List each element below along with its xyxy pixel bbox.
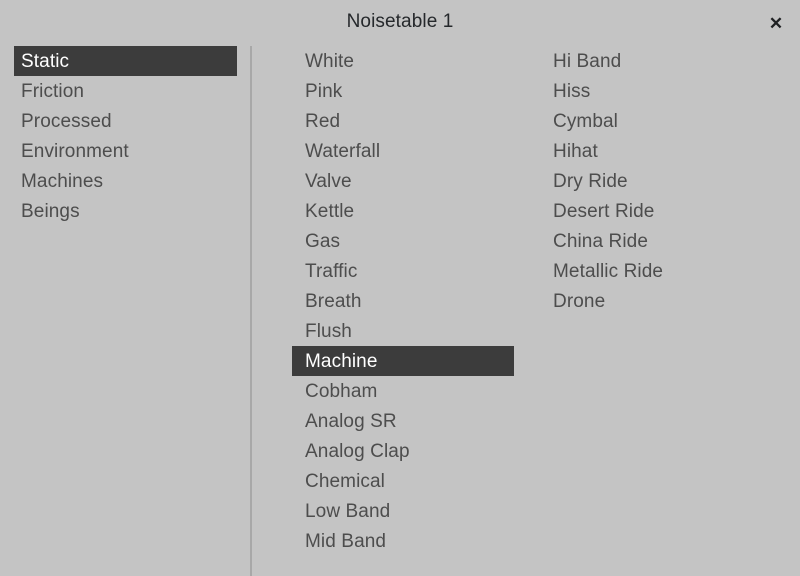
preset-item2-label: Cymbal: [553, 110, 619, 132]
preset-item-label: Breath: [305, 290, 362, 312]
preset-item-label: Flush: [305, 320, 352, 342]
close-icon[interactable]: ✕: [762, 10, 790, 37]
category-item-label: Machines: [21, 170, 104, 192]
preset-item-label: Kettle: [305, 200, 355, 222]
preset-item-label: Cobham: [305, 380, 378, 402]
preset-item-9[interactable]: Flush: [292, 316, 514, 346]
category-item-label: Friction: [21, 80, 85, 102]
preset-item-7[interactable]: Traffic: [292, 256, 514, 286]
preset-item2-label: Metallic Ride: [553, 260, 664, 282]
category-item-1[interactable]: Friction: [14, 76, 237, 106]
preset-item-5[interactable]: Kettle: [292, 196, 514, 226]
preset-list-column-1: White Pink Red Waterfall Valve Kettle Gas Traff…: [280, 46, 530, 556]
preset-item2-label: Desert Ride: [553, 200, 655, 222]
preset-item-4[interactable]: Valve: [292, 166, 514, 196]
preset-item2-label: Hiss: [553, 80, 591, 102]
preset-item2-6[interactable]: China Ride: [540, 226, 780, 256]
category-item-5[interactable]: Beings: [14, 196, 237, 226]
preset-item2-label: China Ride: [553, 230, 648, 252]
preset-item2-4[interactable]: Dry Ride: [540, 166, 780, 196]
title-bar: Noisetable 1 ✕: [0, 0, 800, 46]
category-item-2[interactable]: Processed: [14, 106, 237, 136]
preset-item-label: Machine: [305, 350, 378, 372]
preset-item2-2[interactable]: Cymbal: [540, 106, 780, 136]
preset-item-label: Traffic: [305, 260, 358, 282]
preset-item2-5[interactable]: Desert Ride: [540, 196, 780, 226]
preset-item2-label: Dry Ride: [553, 170, 628, 192]
preset-item-16[interactable]: Mid Band: [292, 526, 514, 556]
category-list: Static Friction Processed Environment Machin…: [0, 46, 250, 226]
preset-item-label: Waterfall: [305, 140, 381, 162]
preset-item-3[interactable]: Waterfall: [292, 136, 514, 166]
window-title: Noisetable 1: [346, 11, 454, 32]
preset-item2-3[interactable]: Hihat: [540, 136, 780, 166]
preset-item-13[interactable]: Analog Clap: [292, 436, 514, 466]
preset-item-label: Analog Clap: [305, 440, 410, 462]
preset-item-11[interactable]: Cobham: [292, 376, 514, 406]
preset-item2-label: Hi Band: [553, 50, 622, 72]
preset-item-label: Gas: [305, 230, 341, 252]
category-item-label: Static: [21, 50, 70, 72]
preset-item-6[interactable]: Gas: [292, 226, 514, 256]
category-item-0[interactable]: Static: [14, 46, 237, 76]
preset-item-label: Red: [305, 110, 341, 132]
preset-item-1[interactable]: Pink: [292, 76, 514, 106]
preset-item-0[interactable]: White: [292, 46, 514, 76]
category-item-3[interactable]: Environment: [14, 136, 237, 166]
preset-item-label: Pink: [305, 80, 343, 102]
preset-item-10[interactable]: Machine: [292, 346, 514, 376]
category-item-label: Environment: [21, 140, 129, 162]
content-area: Static Friction Processed Environment Machin…: [0, 46, 800, 576]
preset-item2-0[interactable]: Hi Band: [540, 46, 780, 76]
preset-item-label: Mid Band: [305, 530, 387, 552]
preset-item-15[interactable]: Low Band: [292, 496, 514, 526]
category-item-label: Beings: [21, 200, 80, 222]
preset-item-label: Analog SR: [305, 410, 397, 432]
preset-item2-8[interactable]: Drone: [540, 286, 780, 316]
preset-item2-label: Drone: [553, 290, 606, 312]
preset-list-column-2: Hi Band Hiss Cymbal Hihat Dry Ride Desert Rid…: [540, 46, 795, 316]
preset-item-8[interactable]: Breath: [292, 286, 514, 316]
preset-item2-7[interactable]: Metallic Ride: [540, 256, 780, 286]
category-item-4[interactable]: Machines: [14, 166, 237, 196]
preset-item-label: White: [305, 50, 355, 72]
preset-item-12[interactable]: Analog SR: [292, 406, 514, 436]
preset-item-label: Chemical: [305, 470, 385, 492]
preset-item-label: Low Band: [305, 500, 391, 522]
preset-item-14[interactable]: Chemical: [292, 466, 514, 496]
preset-item-2[interactable]: Red: [292, 106, 514, 136]
preset-item2-label: Hihat: [553, 140, 598, 162]
noisetable-window: Noisetable 1 ✕ Static Friction Processed En…: [0, 0, 800, 576]
preset-item2-1[interactable]: Hiss: [540, 76, 780, 106]
category-item-label: Processed: [21, 110, 112, 132]
column-divider: [250, 46, 252, 576]
preset-item-label: Valve: [305, 170, 352, 192]
